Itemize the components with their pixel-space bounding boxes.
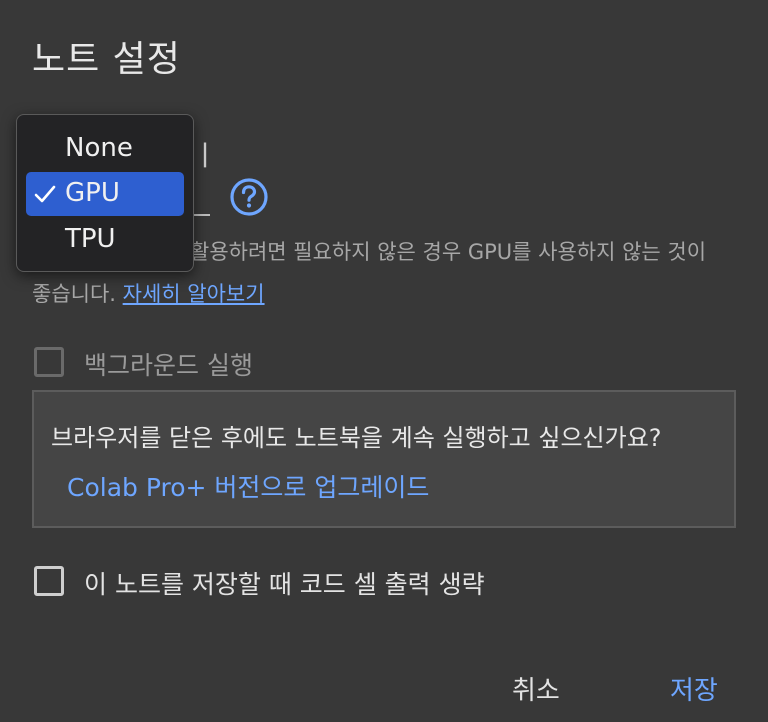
cancel-button[interactable]: 취소	[512, 670, 560, 707]
upgrade-link[interactable]: Colab Pro+ 버전으로 업그레이드	[67, 468, 429, 504]
accelerator-hint-text: 활용하려면 필요하지 않은 경우 GPU를 사용하지 않는 것이	[190, 240, 707, 264]
help-circle-icon[interactable]	[229, 177, 269, 217]
background-execution-checkbox[interactable]	[34, 347, 64, 377]
dialog-title: 노트 설정	[32, 39, 181, 80]
upsell-text: 브라우저를 닫은 후에도 노트북을 계속 실행하고 싶으신가요?	[51, 424, 662, 452]
option-gpu[interactable]: GPU	[26, 172, 184, 216]
accelerator-dropdown-menu: None GPU TPU	[16, 114, 194, 272]
option-label: GPU	[65, 178, 120, 208]
save-button[interactable]: 저장	[670, 670, 718, 707]
notebook-settings-dialog: 노트 설정 ㅣ 활용하려면 필요하지 않은 경우 GPU를 사용하지 않는 것이…	[0, 0, 768, 722]
accelerator-hint-line2: 좋습니다. 자세히 알아보기	[32, 278, 265, 308]
option-label: TPU	[65, 224, 116, 254]
learn-more-link[interactable]: 자세히 알아보기	[123, 282, 265, 306]
omit-output-label: 이 노트를 저장할 때 코드 셀 출력 생략	[84, 570, 485, 599]
option-none[interactable]: None	[26, 127, 184, 171]
omit-output-checkbox[interactable]	[34, 566, 64, 596]
upsell-box: 브라우저를 닫은 후에도 노트북을 계속 실행하고 싶으신가요? Colab P…	[32, 390, 736, 528]
section-label-fragment: ㅣ	[192, 139, 218, 172]
accelerator-hint-prefix: 좋습니다.	[32, 282, 123, 306]
checkmark-icon	[33, 182, 57, 206]
option-tpu[interactable]: TPU	[26, 218, 184, 262]
option-label: None	[65, 133, 133, 163]
background-execution-label: 백그라운드 실행	[84, 351, 253, 380]
